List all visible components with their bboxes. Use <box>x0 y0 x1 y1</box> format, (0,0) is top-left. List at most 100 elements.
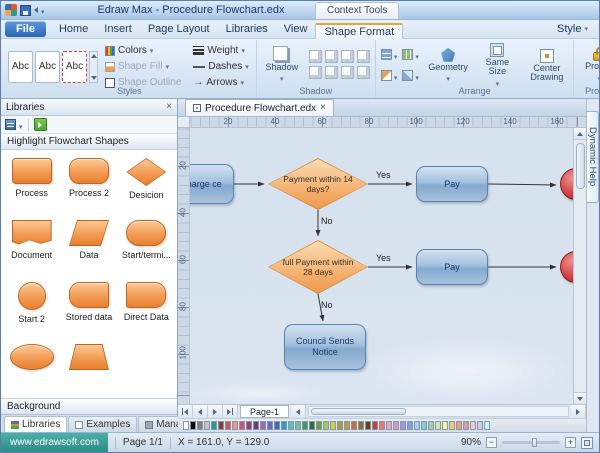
style-preview-none[interactable]: Abc <box>62 51 87 83</box>
color-swatch[interactable] <box>309 421 315 430</box>
scroll-up-button[interactable] <box>574 128 587 140</box>
color-swatch[interactable] <box>330 421 336 430</box>
library-shape-process[interactable]: Process <box>3 153 60 215</box>
group-button[interactable] <box>402 67 419 85</box>
page-tab[interactable]: Page-1 <box>240 405 289 418</box>
dynamic-help-tab[interactable]: Dynamic Help <box>587 111 599 203</box>
color-swatch[interactable] <box>183 421 189 430</box>
shadow-style-thumb[interactable] <box>325 50 338 63</box>
distribute-button[interactable] <box>402 46 419 64</box>
tab-libraries[interactable]: Libraries <box>4 416 67 432</box>
color-swatch[interactable] <box>449 421 455 430</box>
flowchart-node-charge[interactable]: charge ce <box>190 164 234 204</box>
protect-button[interactable]: Protect <box>579 45 600 82</box>
website-link[interactable]: www.edrawsoft.com <box>1 433 108 452</box>
rotate-button[interactable] <box>381 67 398 85</box>
drawing-canvas[interactable]: charge cePayment within 14 days?Payfull … <box>190 128 573 404</box>
color-swatch[interactable] <box>365 421 371 430</box>
color-swatch[interactable] <box>253 421 259 430</box>
file-tab[interactable]: File <box>5 21 46 37</box>
horizontal-scrollbar[interactable] <box>308 406 569 417</box>
close-icon[interactable] <box>166 102 172 112</box>
shapes-section-header[interactable]: Highlight Flowchart Shapes <box>1 134 177 150</box>
library-shape-start-2[interactable]: Start 2 <box>3 277 60 339</box>
library-icon[interactable] <box>5 119 16 130</box>
scrollbar-thumb[interactable] <box>576 143 585 189</box>
color-swatch[interactable] <box>246 421 252 430</box>
center-drawing-button[interactable]: Center Drawing <box>525 49 568 83</box>
color-swatch[interactable] <box>197 421 203 430</box>
library-shape-document[interactable]: Document <box>3 215 60 277</box>
style-preview-1[interactable]: Abc <box>8 51 33 83</box>
scroll-right-button[interactable] <box>571 405 586 418</box>
color-swatch[interactable] <box>421 421 427 430</box>
first-page-button[interactable] <box>178 405 193 418</box>
shadow-style-thumb[interactable] <box>325 66 338 79</box>
color-swatch[interactable] <box>281 421 287 430</box>
tab-examples[interactable]: Examples <box>68 416 137 432</box>
color-swatch[interactable] <box>414 421 420 430</box>
color-swatch[interactable] <box>267 421 273 430</box>
zoom-slider-thumb[interactable] <box>532 438 537 447</box>
ribbon-tab-insert[interactable]: Insert <box>96 21 140 38</box>
dashes-button[interactable]: Dashes <box>191 59 250 74</box>
shadow-style-thumb[interactable] <box>357 50 370 63</box>
ribbon-tab-page-layout[interactable]: Page Layout <box>140 21 218 38</box>
color-swatch[interactable] <box>435 421 441 430</box>
color-swatch[interactable] <box>484 421 490 430</box>
zoom-out-button[interactable] <box>486 437 497 448</box>
library-shape-start-termi[interactable]: Start/termi... <box>118 215 175 277</box>
shadow-style-thumb[interactable] <box>309 50 322 63</box>
color-swatch[interactable] <box>470 421 476 430</box>
ribbon-tab-view[interactable]: View <box>276 21 316 38</box>
weight-button[interactable]: Weight <box>191 43 250 58</box>
shape-fill-button[interactable]: Shape Fill <box>103 59 183 74</box>
color-swatch[interactable] <box>477 421 483 430</box>
color-swatch[interactable] <box>442 421 448 430</box>
color-swatch[interactable] <box>393 421 399 430</box>
color-swatch[interactable] <box>190 421 196 430</box>
color-swatch[interactable] <box>351 421 357 430</box>
color-swatch[interactable] <box>204 421 210 430</box>
ribbon-tab-home[interactable]: Home <box>51 21 96 38</box>
close-document-icon[interactable] <box>320 103 326 113</box>
library-shape-data[interactable]: Data <box>60 215 117 277</box>
color-swatch[interactable] <box>274 421 280 430</box>
undo-button[interactable] <box>34 7 38 13</box>
chevron-down-icon[interactable] <box>19 116 23 134</box>
color-swatch[interactable] <box>218 421 224 430</box>
color-swatch[interactable] <box>372 421 378 430</box>
color-swatch[interactable] <box>260 421 266 430</box>
color-swatch[interactable] <box>344 421 350 430</box>
color-swatch[interactable] <box>295 421 301 430</box>
style-gallery-scroll[interactable] <box>89 51 98 83</box>
flowchart-node-pay2[interactable]: Pay <box>416 249 488 285</box>
colors-button[interactable]: Colors <box>103 43 183 58</box>
same-size-button[interactable]: Same Size <box>474 43 520 88</box>
shadow-style-thumb[interactable] <box>357 66 370 79</box>
shadow-button[interactable]: Shadow <box>262 45 302 83</box>
library-shape-desicion[interactable]: Desicion <box>118 153 175 215</box>
save-button[interactable] <box>20 5 31 16</box>
color-swatch[interactable] <box>400 421 406 430</box>
shadow-style-thumb[interactable] <box>341 50 354 63</box>
color-swatch[interactable] <box>323 421 329 430</box>
color-swatch[interactable] <box>225 421 231 430</box>
fit-to-window-button[interactable] <box>581 437 593 449</box>
color-swatch[interactable] <box>456 421 462 430</box>
flowchart-node-council[interactable]: Council Sends Notice <box>284 324 366 370</box>
library-shape-trapezoid[interactable] <box>60 339 117 398</box>
color-swatch[interactable] <box>463 421 469 430</box>
style-menu-button[interactable]: Style <box>549 20 596 38</box>
ribbon-tab-shape-format[interactable]: Shape Format <box>315 23 403 39</box>
next-page-button[interactable] <box>208 405 223 418</box>
zoom-in-button[interactable] <box>565 437 576 448</box>
align-button[interactable] <box>381 46 398 64</box>
library-shape-ellipse[interactable] <box>3 339 60 398</box>
quick-access-dropdown[interactable] <box>41 1 45 19</box>
document-tab[interactable]: Procedure Flowchart.edx <box>185 99 334 116</box>
scrollbar-thumb[interactable] <box>311 408 406 415</box>
color-swatch[interactable] <box>302 421 308 430</box>
color-swatch[interactable] <box>316 421 322 430</box>
last-page-button[interactable] <box>223 405 238 418</box>
